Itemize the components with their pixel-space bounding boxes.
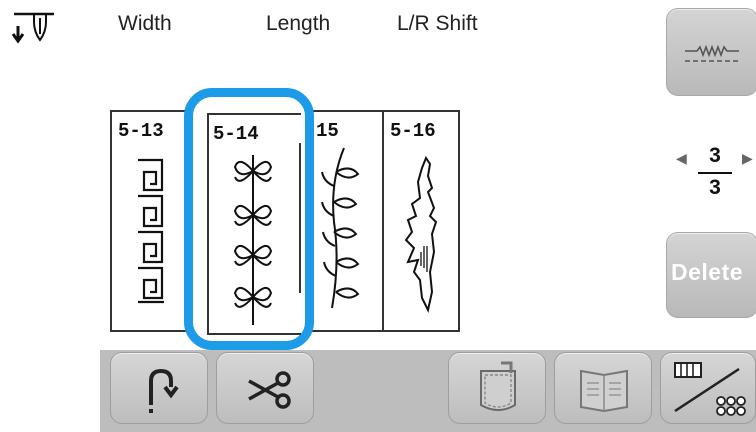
fraction-bar bbox=[698, 172, 732, 174]
delete-label: Delete bbox=[671, 259, 744, 285]
crocodile-stitch-icon bbox=[404, 155, 438, 313]
pattern-cell-5-16[interactable]: 5-16 bbox=[382, 110, 460, 332]
pocket-button[interactable] bbox=[448, 352, 546, 424]
pattern-grid-icon bbox=[674, 362, 746, 416]
zigzag-stitch-icon bbox=[685, 44, 739, 62]
page-next-arrow-icon[interactable]: ▶ bbox=[742, 150, 753, 167]
length-label: Length bbox=[266, 12, 331, 35]
stitch-guide-icon bbox=[580, 369, 628, 413]
reverse-stitch-button[interactable] bbox=[110, 352, 208, 424]
page-prev-arrow-icon[interactable]: ◀ bbox=[676, 150, 687, 167]
width-label: Width bbox=[118, 12, 172, 35]
selected-pattern-cell-5-14[interactable]: 5-14 bbox=[184, 88, 314, 350]
pocket-icon bbox=[480, 361, 516, 411]
leaf-vine-stitch-icon bbox=[321, 147, 360, 309]
greek-key-stitch-icon bbox=[138, 158, 164, 304]
pattern-cell-5-13[interactable]: 5-13 bbox=[110, 110, 190, 332]
current-page: 3 bbox=[709, 144, 721, 167]
total-pages: 3 bbox=[709, 176, 721, 199]
stitch-type-button[interactable] bbox=[666, 8, 756, 96]
leaf-cross-stitch-icon bbox=[233, 155, 273, 325]
thread-cut-button[interactable] bbox=[216, 352, 314, 424]
lr-shift-label: L/R Shift bbox=[397, 12, 478, 35]
delete-button[interactable]: Delete bbox=[666, 232, 756, 318]
scissors-icon bbox=[248, 371, 291, 409]
stitch-guide-button[interactable] bbox=[554, 352, 652, 424]
reverse-stitch-icon bbox=[149, 368, 179, 413]
pattern-cell-5-15[interactable]: 15 bbox=[310, 110, 384, 332]
pattern-grid-button[interactable] bbox=[660, 352, 756, 424]
needle-position-icon[interactable] bbox=[10, 6, 70, 50]
page-navigator: ◀ 3 ▶ 3 bbox=[676, 142, 756, 212]
